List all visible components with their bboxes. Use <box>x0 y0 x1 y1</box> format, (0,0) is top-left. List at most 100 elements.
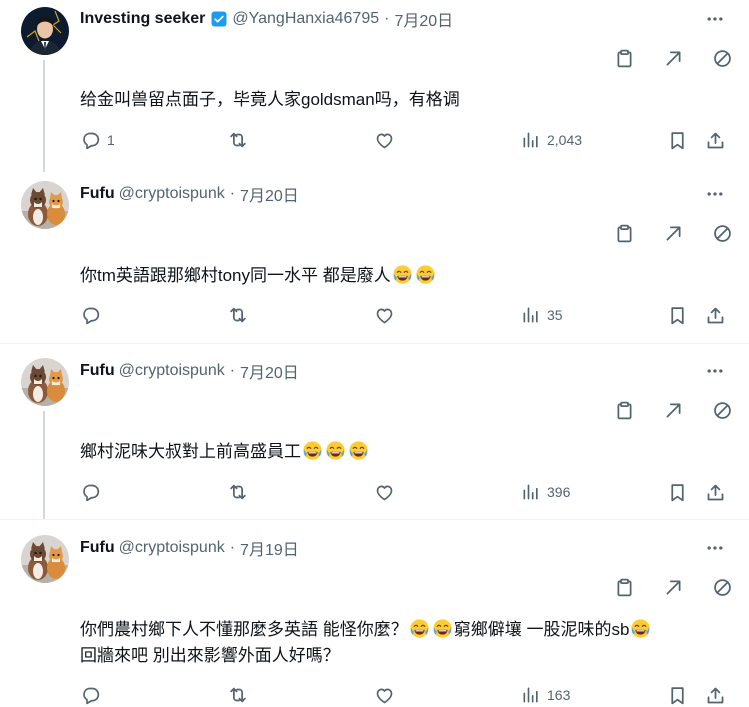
like-button[interactable] <box>374 303 395 327</box>
avatar[interactable] <box>21 358 69 406</box>
tweet-date[interactable]: 7月19日 <box>240 536 299 560</box>
clipboard-icon[interactable] <box>612 221 636 245</box>
display-name[interactable]: Fufu <box>80 185 115 203</box>
expand-arrow-icon[interactable] <box>661 575 685 599</box>
avatar-image <box>21 535 69 583</box>
reply-button[interactable]: 1 <box>80 128 115 152</box>
tweet-4[interactable]: Fufu @cryptoispunk · 7月19日 你們農村鄉下人不懂那麼多英… <box>0 520 749 707</box>
bookmark-icon <box>667 482 688 503</box>
reply-button[interactable] <box>80 683 101 707</box>
views-icon <box>521 305 541 325</box>
like-button[interactable] <box>374 480 395 504</box>
like-button[interactable] <box>374 128 395 152</box>
views-count: 396 <box>547 484 571 500</box>
avatar-image <box>21 358 69 406</box>
action-bar: 1 2,043 <box>80 128 726 152</box>
share-button[interactable] <box>705 128 726 152</box>
retweet-button[interactable] <box>227 683 249 707</box>
bookmark-icon <box>667 130 688 151</box>
display-name[interactable]: Investing seeker <box>80 10 205 28</box>
block-icon[interactable] <box>710 398 734 422</box>
views-count: 2,043 <box>547 132 583 148</box>
share-button[interactable] <box>705 303 726 327</box>
user-handle[interactable]: @cryptoispunk <box>119 185 225 203</box>
tweet-text-line2: 回牆來吧 別出來影響外面人好嗎？ <box>80 646 340 665</box>
tweet-header: Fufu @cryptoispunk · 7月19日 <box>80 536 299 560</box>
reply-icon <box>80 130 101 151</box>
laughing-emoji <box>302 440 323 461</box>
action-bar: 396 <box>80 480 726 504</box>
expand-arrow-icon[interactable] <box>661 398 685 422</box>
bookmark-button[interactable] <box>667 128 688 152</box>
tweet-text-content: 鄉村泥味大叔對上前高盛員工 <box>80 442 301 461</box>
reply-icon <box>80 685 101 706</box>
like-button[interactable] <box>374 683 395 707</box>
share-button[interactable] <box>705 683 726 707</box>
display-name[interactable]: Fufu <box>80 539 115 557</box>
avatar[interactable] <box>21 7 69 55</box>
avatar[interactable] <box>21 535 69 583</box>
laughing-emoji <box>392 264 413 285</box>
display-name[interactable]: Fufu <box>80 362 115 380</box>
views-button[interactable]: 396 <box>521 480 570 504</box>
more-icon[interactable] <box>704 184 726 204</box>
tweet-text-line1-a: 你們農村鄉下人不懂那麼多英語 能怪你麼？ <box>80 620 408 639</box>
tweet-text: 鄉村泥味大叔對上前高盛員工 <box>80 439 720 465</box>
expand-arrow-icon[interactable] <box>661 46 685 70</box>
share-icon <box>705 305 726 326</box>
avatar-image <box>21 181 69 229</box>
expand-arrow-icon[interactable] <box>661 221 685 245</box>
tweet-text: 你們農村鄉下人不懂那麼多英語 能怪你麼？ 窮鄉僻壤 一股泥味的sb 回牆來吧 別出… <box>80 617 720 669</box>
block-icon[interactable] <box>710 221 734 245</box>
retweet-button[interactable] <box>227 480 249 504</box>
share-icon <box>705 482 726 503</box>
tweet-date[interactable]: 7月20日 <box>240 359 299 383</box>
user-handle[interactable]: @cryptoispunk <box>119 362 225 380</box>
retweet-icon <box>227 684 249 706</box>
tweet-text-content: 给金叫兽留点面子，毕竟人家goldsman吗，有格调 <box>80 90 460 109</box>
reply-button[interactable] <box>80 303 101 327</box>
retweet-icon <box>227 129 249 151</box>
tweet-2[interactable]: Fufu @cryptoispunk · 7月20日 你tm英語跟那鄉村tony… <box>0 168 749 343</box>
reply-icon <box>80 305 101 326</box>
bookmark-button[interactable] <box>667 303 688 327</box>
views-button[interactable]: 163 <box>521 683 570 707</box>
retweet-button[interactable] <box>227 128 249 152</box>
user-handle[interactable]: @YangHanxia46795 <box>232 10 379 28</box>
bookmark-icon <box>667 685 688 706</box>
views-button[interactable]: 2,043 <box>521 128 582 152</box>
more-icon[interactable] <box>704 361 726 381</box>
bookmark-button[interactable] <box>667 683 688 707</box>
block-icon[interactable] <box>710 46 734 70</box>
more-icon[interactable] <box>704 538 726 558</box>
action-bar: 163 <box>80 683 726 707</box>
verified-badge-icon <box>210 10 228 28</box>
bookmark-button[interactable] <box>667 480 688 504</box>
laughing-emoji <box>325 440 346 461</box>
views-button[interactable]: 35 <box>521 303 563 327</box>
clipboard-icon[interactable] <box>612 398 636 422</box>
more-icon[interactable] <box>704 9 726 29</box>
like-icon <box>374 305 395 326</box>
tweet-1[interactable]: Investing seeker @YangHanxia46795 · 7月20… <box>0 0 749 172</box>
retweet-button[interactable] <box>227 303 249 327</box>
share-button[interactable] <box>705 480 726 504</box>
tweet-header: Investing seeker @YangHanxia46795 · 7月20… <box>80 7 453 31</box>
views-icon <box>521 130 541 150</box>
tweet-3[interactable]: Fufu @cryptoispunk · 7月20日 鄉村泥味大叔對上前高盛員工… <box>0 344 749 519</box>
tweet-text: 你tm英語跟那鄉村tony同一水平 都是廢人 <box>80 263 720 289</box>
block-icon[interactable] <box>710 575 734 599</box>
avatar[interactable] <box>21 181 69 229</box>
user-handle[interactable]: @cryptoispunk <box>119 539 225 557</box>
reply-button[interactable] <box>80 480 101 504</box>
laughing-emoji <box>348 440 369 461</box>
tweet-tools <box>612 221 734 245</box>
clipboard-icon[interactable] <box>612 575 636 599</box>
tweet-header: Fufu @cryptoispunk · 7月20日 <box>80 359 299 383</box>
tweet-date[interactable]: 7月20日 <box>394 7 453 31</box>
separator: · <box>384 10 390 27</box>
clipboard-icon[interactable] <box>612 46 636 70</box>
tweet-date[interactable]: 7月20日 <box>240 182 299 206</box>
thread-line <box>43 60 45 172</box>
laughing-emoji <box>409 618 430 639</box>
